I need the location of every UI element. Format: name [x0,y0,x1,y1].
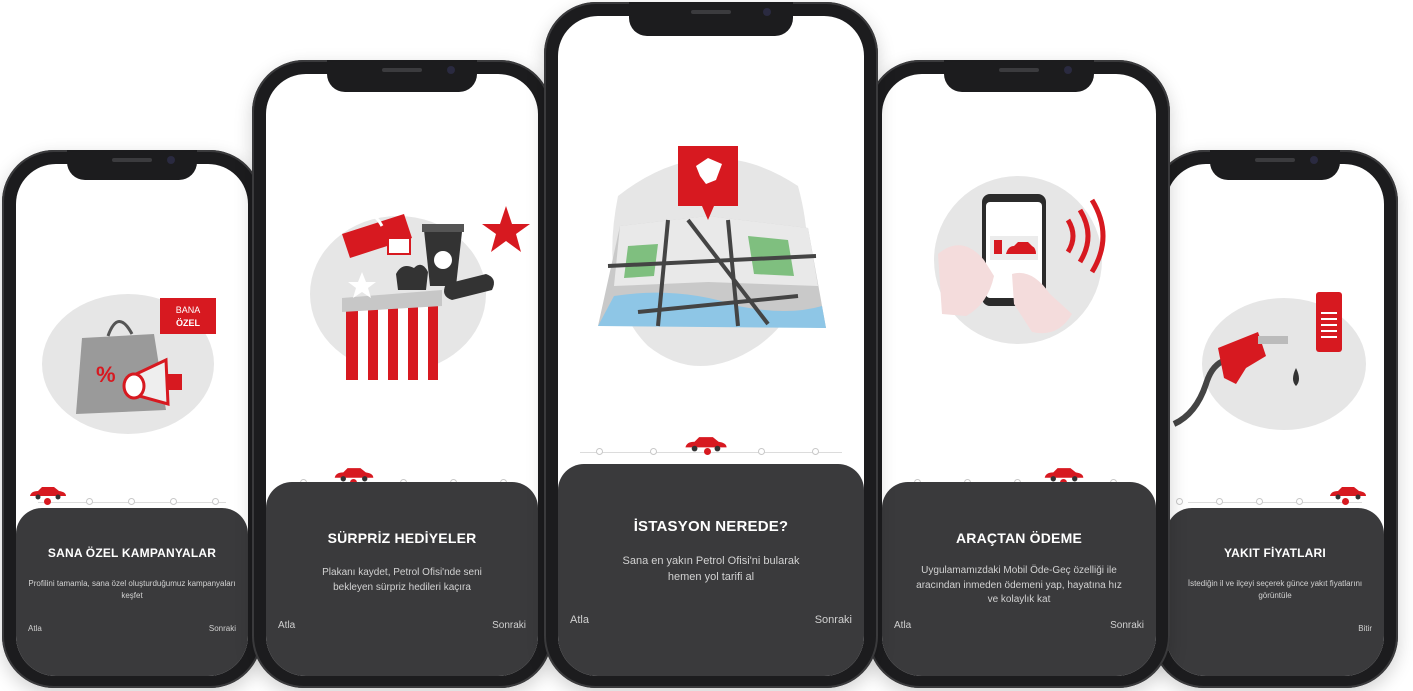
step-dot-3 [704,448,711,455]
fuel-nozzle-icon [1172,292,1366,430]
phone-payment-icon [934,176,1106,344]
screen-title: SANA ÖZEL KAMPANYALAR [47,546,217,560]
skip-button[interactable]: Atla [28,624,42,633]
step-dot-5 [212,498,219,505]
step-dot-2 [86,498,93,505]
onboarding-screen: ARAÇTAN ÖDEME Uygulamamızdaki Mobil Öde-… [882,74,1156,676]
info-panel: YAKIT FİYATLARI İstediğin il ve ilçeyi s… [1166,508,1384,676]
phone-screen-1: % BANA ÖZEL SANA ÖZEL KAMPANYALAR Profil… [2,150,262,688]
skip-button[interactable]: Atla [278,620,295,631]
onboarding-screen: İSTASYON NEREDE? Sana en yakın Petrol Of… [558,16,864,676]
map-illustration [558,136,864,376]
gift-box-icon [310,206,530,380]
svg-text:%: % [96,362,116,387]
next-button[interactable]: Sonraki [209,624,236,633]
gift-illustration [266,194,538,394]
badge-text-top: BANA [176,305,201,315]
fuel-illustration [1166,264,1384,444]
onboarding-screen: % BANA ÖZEL SANA ÖZEL KAMPANYALAR Profil… [16,164,248,676]
phone-notch [67,150,197,180]
phone-notch [629,2,793,36]
info-panel: ARAÇTAN ÖDEME Uygulamamızdaki Mobil Öde-… [882,482,1156,676]
phone-screen-5: YAKIT FİYATLARI İstediğin il ve ilçeyi s… [1152,150,1398,688]
campaign-illustration: % BANA ÖZEL [16,264,248,444]
map-pin-icon [598,146,826,366]
info-panel: SANA ÖZEL KAMPANYALAR Profilini tamamla,… [16,508,248,676]
step-dot-2 [1216,498,1223,505]
screen-description: Profilini tamamla, sana özel oluşturduğu… [28,579,236,600]
skip-button[interactable]: Atla [894,620,911,631]
step-dot-5 [812,448,819,455]
screen-description: İstediğin il ve ilçeyi seçerek günce yak… [1187,579,1363,600]
onboarding-screen: SÜRPRİZ HEDİYELER Plakanı kaydet, Petrol… [266,74,538,676]
step-dot-1 [44,498,51,505]
progress-track [16,486,248,508]
payment-illustration [882,164,1156,364]
screen-title: İSTASYON NEREDE? [633,518,789,535]
next-button[interactable]: Sonraki [1110,620,1144,631]
step-dot-4 [170,498,177,505]
step-dot-4 [1296,498,1303,505]
progress-track [558,436,864,458]
badge-text-bottom: ÖZEL [176,318,201,328]
finish-button[interactable]: Bitir [1358,624,1372,633]
phone-screen-2: SÜRPRİZ HEDİYELER Plakanı kaydet, Petrol… [252,60,552,688]
screen-description: Uygulamamızdaki Mobil Öde-Geç özelliği i… [916,565,1122,605]
step-dot-3 [128,498,135,505]
phone-notch [327,60,477,92]
step-dot-3 [1256,498,1263,505]
skip-button[interactable]: Atla [570,614,589,626]
info-panel: İSTASYON NEREDE? Sana en yakın Petrol Of… [558,464,864,676]
phone-screen-4: ARAÇTAN ÖDEME Uygulamamızdaki Mobil Öde-… [868,60,1170,688]
onboarding-screen: YAKIT FİYATLARI İstediğin il ve ilçeyi s… [1166,164,1384,676]
step-dot-4 [758,448,765,455]
phone-screen-3: İSTASYON NEREDE? Sana en yakın Petrol Of… [544,2,878,688]
step-dot-1 [596,448,603,455]
step-dot-5 [1342,498,1349,505]
phone-notch [1210,150,1340,180]
screen-description: Sana en yakın Petrol Ofisi'ni bularak he… [622,555,800,583]
phone-notch [944,60,1094,92]
screen-title: ARAÇTAN ÖDEME [955,530,1082,546]
step-dot-1 [1176,498,1183,505]
screen-title: SÜRPRİZ HEDİYELER [327,530,477,546]
screen-description: Plakanı kaydet, Petrol Ofisi'nde seni be… [322,567,482,593]
shopping-bag-megaphone-icon: % BANA ÖZEL [42,294,216,434]
next-button[interactable]: Sonraki [815,614,852,626]
step-dot-2 [650,448,657,455]
info-panel: SÜRPRİZ HEDİYELER Plakanı kaydet, Petrol… [266,482,538,676]
next-button[interactable]: Sonraki [492,620,526,631]
progress-track [1166,486,1384,508]
screen-title: YAKIT FİYATLARI [1224,546,1326,560]
